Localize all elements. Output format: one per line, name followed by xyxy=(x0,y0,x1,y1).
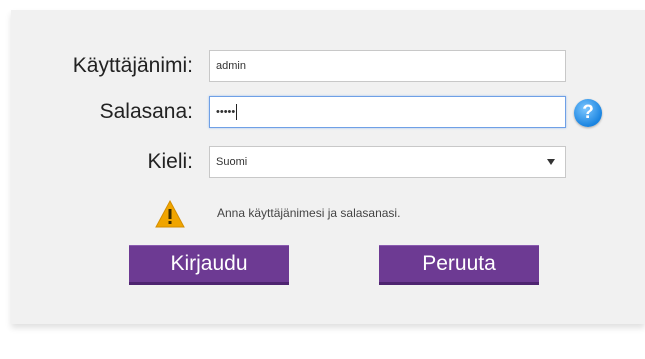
password-input[interactable]: ••••• xyxy=(209,96,566,128)
password-label: Salasana: xyxy=(99,100,193,123)
cancel-button[interactable]: Peruuta xyxy=(379,245,539,285)
password-value: ••••• xyxy=(216,106,236,118)
text-cursor xyxy=(236,104,238,121)
language-row: Kieli: Suomi xyxy=(11,146,645,180)
warning-icon xyxy=(155,199,185,228)
username-label: Käyttäjänimi: xyxy=(72,54,193,77)
username-value: admin xyxy=(216,60,246,72)
login-button[interactable]: Kirjaudu xyxy=(129,245,289,285)
username-row: Käyttäjänimi: admin xyxy=(11,50,645,84)
language-selected-value: Suomi xyxy=(216,156,248,168)
status-message: Anna käyttäjänimesi ja salasanasi. xyxy=(217,206,401,220)
language-label: Kieli: xyxy=(147,150,193,173)
language-select[interactable]: Suomi xyxy=(209,146,566,178)
login-panel: Käyttäjänimi: admin Salasana: ••••• ? Ki… xyxy=(11,10,645,324)
chevron-down-icon xyxy=(547,159,555,165)
username-input[interactable]: admin xyxy=(209,50,566,82)
help-icon[interactable]: ? xyxy=(574,99,602,127)
password-row: Salasana: ••••• ? xyxy=(11,96,645,130)
